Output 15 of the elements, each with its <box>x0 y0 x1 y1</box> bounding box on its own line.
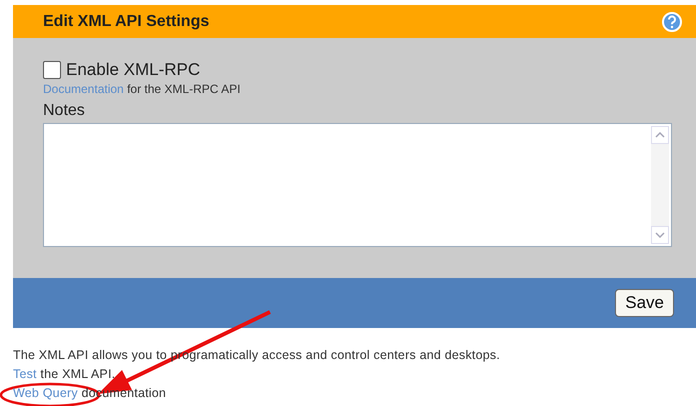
scroll-up-icon[interactable] <box>651 126 669 144</box>
scrollbar[interactable] <box>651 126 669 244</box>
web-query-link[interactable]: Web Query <box>13 386 78 400</box>
doc-text: for the XML-RPC API <box>127 82 240 96</box>
documentation-link[interactable]: Documentation <box>43 82 124 96</box>
test-text: the XML API. <box>40 367 116 381</box>
notes-field[interactable] <box>43 123 672 247</box>
notes-label: Notes <box>43 102 86 120</box>
test-link[interactable]: Test <box>13 367 37 381</box>
scroll-down-icon[interactable] <box>651 226 669 244</box>
checkbox[interactable] <box>43 61 61 79</box>
panel-title: Edit XML API Settings <box>43 12 210 30</box>
save-button[interactable]: Save <box>615 289 674 317</box>
checkbox-label: Enable XML-RPC <box>66 60 200 80</box>
help-icon[interactable] <box>662 12 682 32</box>
